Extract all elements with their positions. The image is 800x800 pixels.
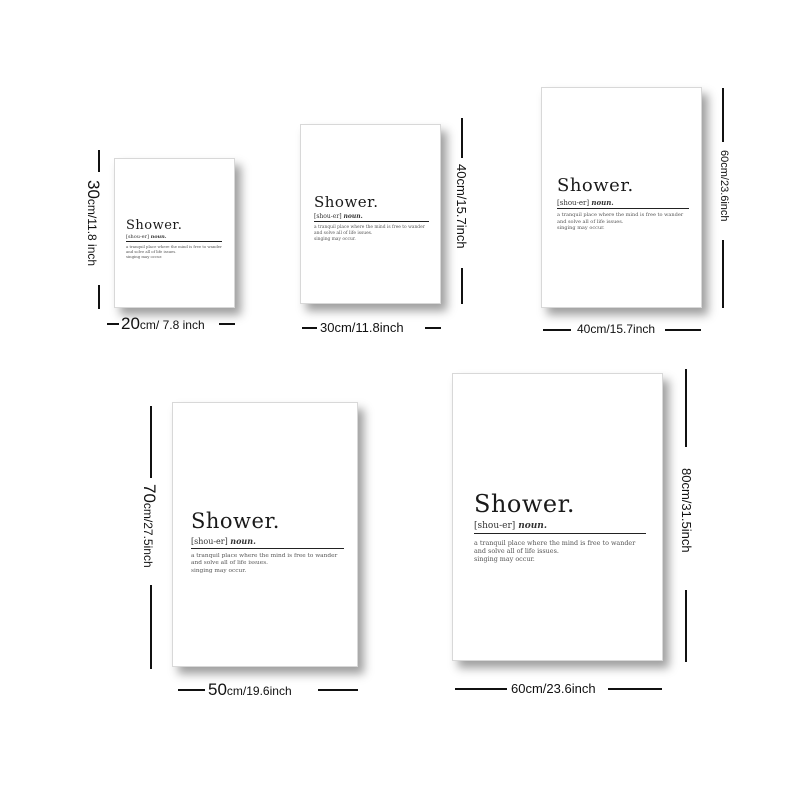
height-line-bottom — [150, 585, 152, 669]
width-line-right — [425, 327, 441, 329]
height-label-60x80: 80cm/31.5inch — [679, 468, 694, 553]
width-line-left — [107, 323, 119, 325]
poster-30x40: Shower. [shou-er] noun. a tranquil place… — [300, 124, 441, 304]
width-label-20x30: 20cm/ 7.8 inch — [121, 314, 205, 333]
height-label-20x30: 30cm/11.8 inch — [84, 180, 103, 267]
width-line-left — [178, 689, 205, 691]
width-line-right — [608, 688, 662, 690]
poster-definition: a tranquil place where the mind is free … — [191, 552, 338, 574]
height-line-bottom — [98, 285, 100, 309]
width-label-40x60: 40cm/15.7inch — [577, 322, 656, 336]
width-label-50x70: 50cm/19.6inch — [208, 680, 292, 699]
height-line-top — [685, 369, 687, 447]
height-label-30x40: 40cm/15.7inch — [454, 164, 469, 249]
poster-60x80: Shower. [shou-er] noun. a tranquil place… — [452, 373, 663, 661]
poster-phonetic: [shou-er] noun. — [557, 198, 614, 207]
poster-definition: a tranquil place where the mind is free … — [557, 212, 684, 232]
poster-phonetic: [shou-er] noun. — [126, 234, 167, 240]
height-line-top — [150, 406, 152, 478]
width-label-60x80: 60cm/23.6inch — [511, 681, 596, 696]
poster-title: Shower. — [191, 509, 280, 533]
poster-20x30: Shower. [shou-er] noun. a tranquil place… — [114, 158, 235, 308]
poster-title: Shower. — [314, 193, 379, 211]
poster-50x70: Shower. [shou-er] noun. a tranquil place… — [172, 402, 358, 667]
height-line-top — [722, 88, 724, 142]
poster-rule — [126, 241, 222, 242]
poster-title: Shower. — [474, 490, 576, 518]
poster-definition: a tranquil place where the mind is free … — [474, 538, 636, 564]
height-line-bottom — [685, 590, 687, 662]
height-line-bottom — [461, 268, 463, 304]
poster-rule — [314, 221, 429, 223]
width-line-right — [219, 323, 235, 325]
poster-rule — [191, 547, 344, 549]
poster-rule — [557, 208, 689, 210]
poster-phonetic: [shou-er] noun. — [191, 536, 256, 546]
height-line-bottom — [722, 240, 724, 308]
poster-definition: a tranquil place where the mind is free … — [126, 244, 222, 259]
width-line-right — [318, 689, 358, 691]
poster-definition: a tranquil place where the mind is free … — [314, 225, 425, 242]
poster-40x60: Shower. [shou-er] noun. a tranquil place… — [541, 87, 702, 308]
width-line-right — [665, 329, 701, 331]
poster-phonetic: [shou-er] noun. — [474, 521, 547, 531]
poster-phonetic: [shou-er] noun. — [314, 213, 363, 220]
width-line-left — [455, 688, 507, 690]
poster-rule — [474, 532, 646, 534]
height-line-top — [461, 118, 463, 158]
width-line-left — [543, 329, 571, 331]
poster-title: Shower. — [557, 175, 634, 196]
height-label-50x70: 70cm/27.5inch — [140, 484, 159, 568]
width-line-left — [302, 327, 317, 329]
height-label-40x60: 60cm/23.6inch — [718, 150, 730, 222]
height-line-top — [98, 150, 100, 172]
poster-title: Shower. — [126, 218, 183, 233]
width-label-30x40: 30cm/11.8inch — [320, 320, 404, 335]
